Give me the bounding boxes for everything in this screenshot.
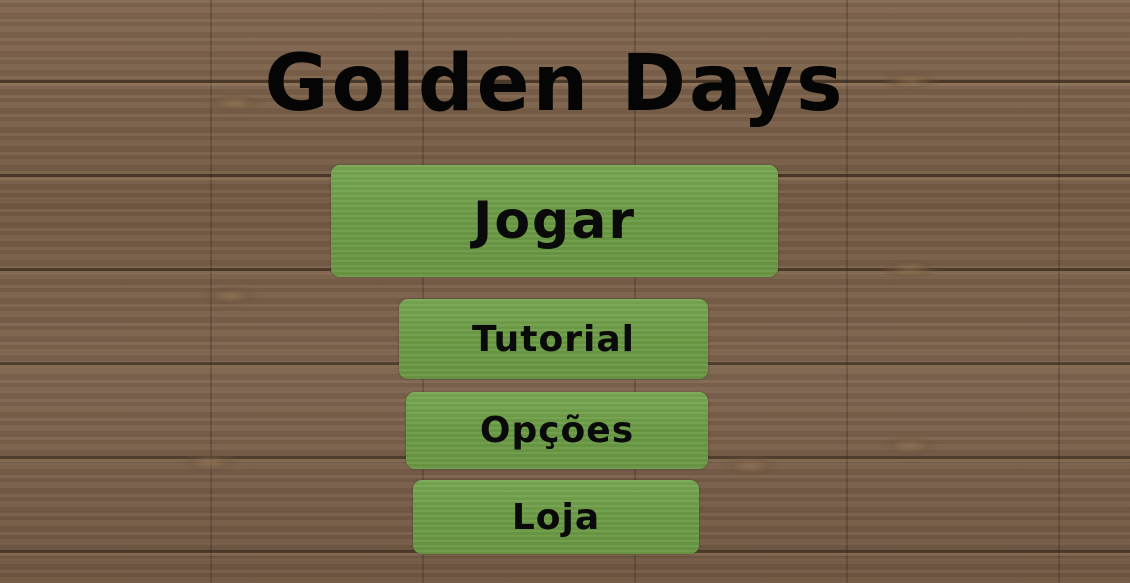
play-button-label: Jogar (472, 191, 637, 251)
wood-knot (180, 452, 240, 474)
wood-knot (200, 285, 260, 307)
wood-knot (880, 435, 940, 457)
options-button[interactable]: Opções (406, 392, 708, 469)
shop-button[interactable]: Loja (413, 480, 699, 554)
shop-button-label: Loja (511, 496, 601, 538)
wood-knot (720, 455, 780, 477)
play-button[interactable]: Jogar (331, 165, 778, 277)
options-button-label: Opções (479, 410, 635, 451)
game-title: Golden Days (264, 39, 846, 129)
tutorial-button-label: Tutorial (472, 318, 635, 360)
tutorial-button[interactable]: Tutorial (399, 299, 708, 379)
wood-knot (880, 258, 940, 280)
